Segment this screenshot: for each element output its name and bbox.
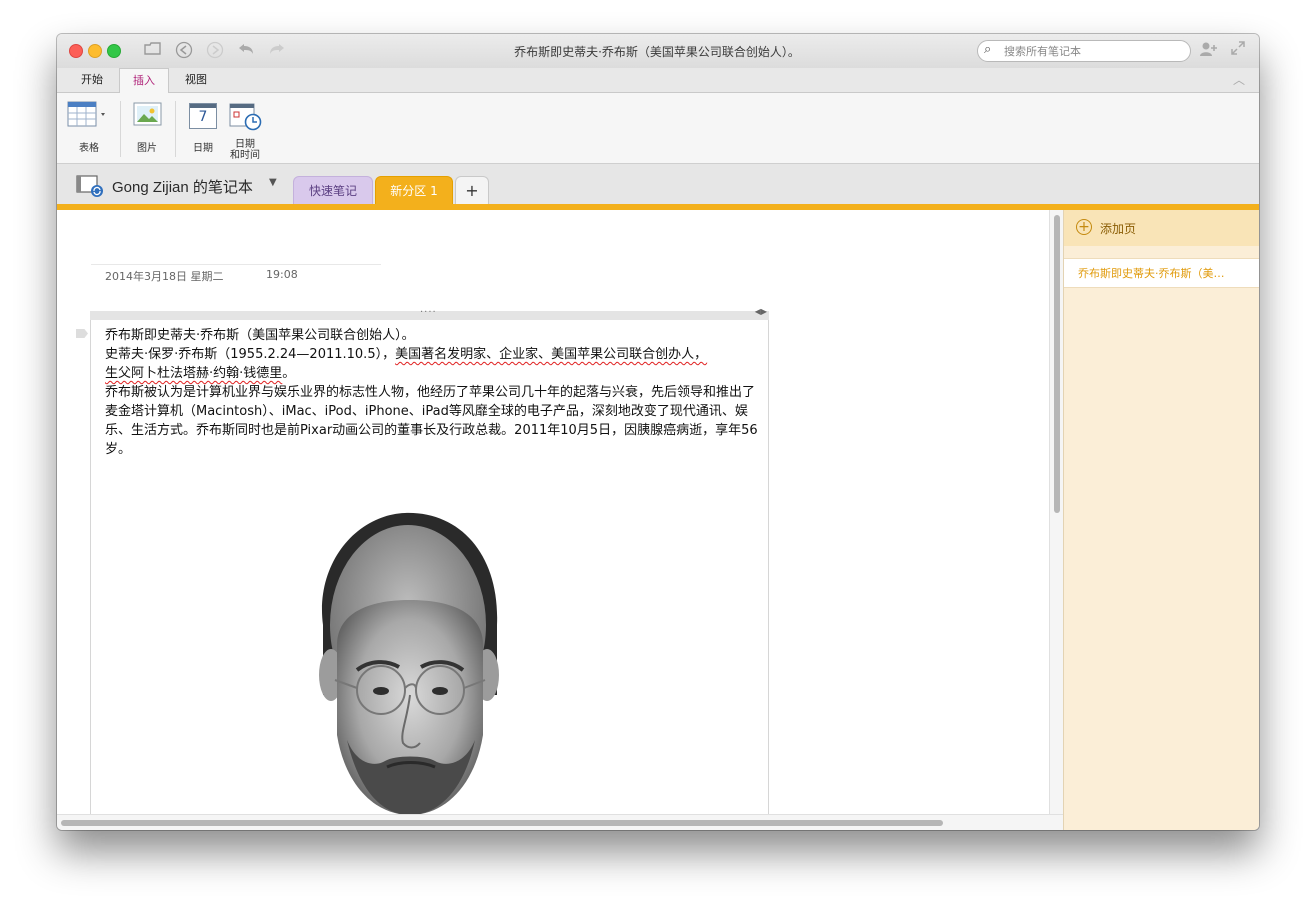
- tab-home[interactable]: 开始: [71, 68, 113, 92]
- ribbon-separator: [175, 101, 176, 157]
- note-text-run: 史蒂夫·保罗·乔布斯（1955.2.24—2011.10.5），: [105, 347, 396, 362]
- search-icon: ⌕: [984, 42, 992, 57]
- date-time-icon: [229, 103, 262, 131]
- open-folder-icon[interactable]: [143, 41, 163, 61]
- collapse-ribbon-icon[interactable]: ︿: [1233, 71, 1245, 88]
- share-user-icon[interactable]: [1199, 41, 1219, 61]
- notebook-name[interactable]: Gong Zijian 的笔记本: [112, 176, 253, 197]
- note-paragraph[interactable]: 乔布斯被认为是计算机业界与娱乐业界的标志性人物，他经历了苹果公司几十年的起落与兴…: [105, 383, 767, 459]
- ribbon-separator: [120, 101, 121, 157]
- table-icon: [67, 101, 105, 127]
- insert-datetime-button[interactable]: 日期 和时间: [223, 99, 267, 161]
- datetime-label-line2: 和时间: [230, 150, 260, 161]
- picture-icon: [133, 102, 162, 126]
- add-page-button[interactable]: + 添加页: [1064, 210, 1259, 246]
- add-circle-icon: +: [1076, 219, 1092, 235]
- insert-table-button[interactable]: 表格: [67, 99, 111, 159]
- back-icon[interactable]: [174, 41, 194, 61]
- vertical-scrollbar[interactable]: [1049, 210, 1064, 814]
- page-title-line[interactable]: [91, 264, 381, 265]
- note-text[interactable]: 乔布斯即史蒂夫·乔布斯（美国苹果公司联合创始人）。 史蒂夫·保罗·乔布斯（195…: [105, 326, 767, 459]
- picture-label: 图片: [137, 143, 157, 154]
- add-section-button[interactable]: +: [455, 176, 489, 205]
- datetime-label-line1: 日期: [235, 139, 255, 150]
- note-text-run: 。: [282, 366, 296, 381]
- app-window: 乔布斯即史蒂夫·乔布斯（美国苹果公司联合创始人）。 ⌕ 开始 插入 视图 ︿ 表…: [57, 34, 1259, 830]
- page-time: 19:08: [266, 268, 298, 281]
- add-page-label: 添加页: [1100, 222, 1137, 236]
- section-tab-quick-notes[interactable]: 快速笔记: [293, 176, 373, 205]
- paragraph-handle-icon[interactable]: [76, 329, 88, 338]
- resize-handle-icon[interactable]: ◀▶: [755, 307, 767, 316]
- note-paragraph[interactable]: 史蒂夫·保罗·乔布斯（1955.2.24—2011.10.5），美国著名发明家、…: [105, 345, 767, 383]
- title-bar: 乔布斯即史蒂夫·乔布斯（美国苹果公司联合创始人）。 ⌕: [57, 34, 1259, 68]
- page-list-item[interactable]: 乔布斯即史蒂夫·乔布斯（美…: [1064, 258, 1259, 288]
- page-list-panel: + 添加页 乔布斯即史蒂夫·乔布斯（美…: [1063, 210, 1259, 830]
- calendar-icon: 7: [189, 103, 217, 129]
- drag-handle-icon[interactable]: ····: [420, 307, 437, 318]
- notebook-sync-icon[interactable]: [75, 174, 103, 197]
- ribbon-tab-row: 开始 插入 视图 ︿: [57, 68, 1259, 94]
- note-paragraph[interactable]: 乔布斯即史蒂夫·乔布斯（美国苹果公司联合创始人）。: [105, 326, 767, 345]
- calendar-icon-number: 7: [198, 109, 208, 125]
- table-label: 表格: [79, 143, 99, 154]
- date-label: 日期: [193, 143, 213, 154]
- spelling-error-text[interactable]: 美国著名发明家、企业家、美国苹果公司联合创办人，: [395, 347, 707, 362]
- vertical-scrollbar-thumb[interactable]: [1054, 215, 1060, 513]
- forward-icon[interactable]: [205, 41, 225, 61]
- horizontal-scrollbar-thumb[interactable]: [61, 820, 943, 826]
- insert-picture-button[interactable]: 图片: [129, 99, 165, 159]
- tab-insert[interactable]: 插入: [119, 68, 169, 94]
- undo-icon[interactable]: [236, 41, 256, 61]
- tab-view[interactable]: 视图: [175, 68, 217, 92]
- section-tab-new-section[interactable]: 新分区 1: [375, 176, 453, 205]
- minimize-window-button[interactable]: [88, 44, 102, 58]
- page-list-item-title: 乔布斯即史蒂夫·乔布斯（美…: [1078, 267, 1225, 280]
- redo-icon[interactable]: [267, 41, 287, 61]
- portrait-image[interactable]: [275, 505, 515, 814]
- search-input[interactable]: [1004, 43, 1182, 59]
- horizontal-scrollbar[interactable]: [57, 814, 1063, 830]
- search-box[interactable]: ⌕: [977, 40, 1191, 62]
- page-canvas[interactable]: 2014年3月18日 星期二 19:08 ···· ◀▶ 乔布斯即史蒂夫·乔布斯…: [57, 210, 1049, 814]
- note-container-header[interactable]: ···· ◀▶: [90, 307, 769, 320]
- ribbon: 表格 图片 7 日期 日期 和时间: [57, 93, 1259, 164]
- notebook-dropdown-icon[interactable]: ▼: [269, 177, 277, 188]
- notebook-bar: Gong Zijian 的笔记本 ▼ 快速笔记 新分区 1 +: [57, 164, 1259, 205]
- page-date: 2014年3月18日 星期二: [105, 270, 224, 283]
- zoom-window-button[interactable]: [107, 44, 121, 58]
- spelling-error-text[interactable]: 生父阿卜杜法塔赫·约翰·钱德里: [105, 366, 282, 381]
- insert-date-button[interactable]: 7 日期: [183, 99, 223, 159]
- window-title: 乔布斯即史蒂夫·乔布斯（美国苹果公司联合创始人）。: [514, 45, 800, 59]
- close-window-button[interactable]: [69, 44, 83, 58]
- fullscreen-icon[interactable]: [1230, 40, 1246, 60]
